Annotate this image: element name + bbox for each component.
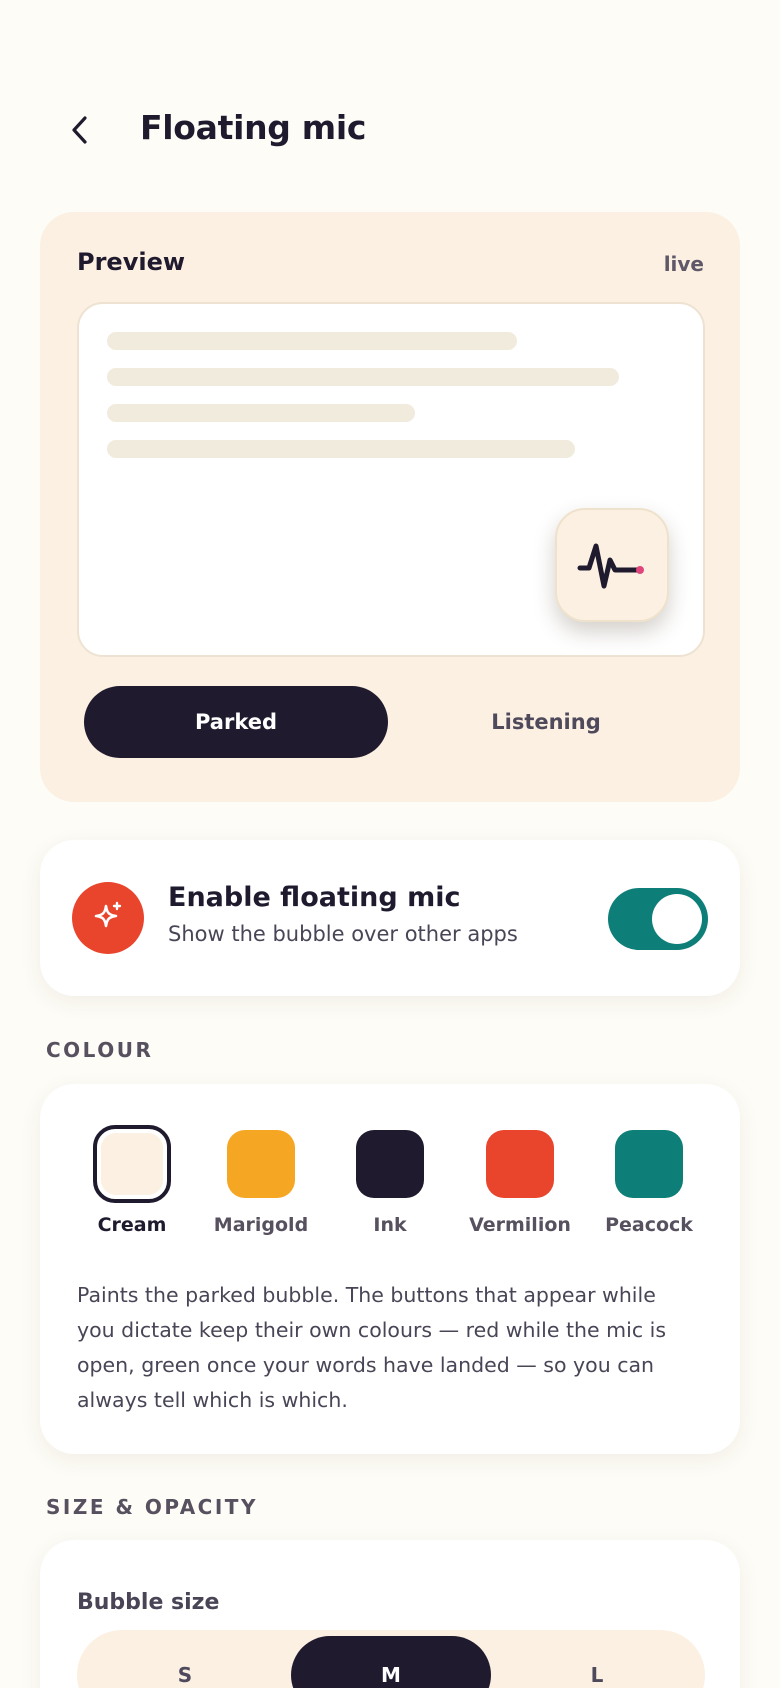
preview-pane <box>77 302 705 657</box>
swatch-vermilion <box>486 1130 554 1198</box>
size-opacity-card: Bubble size S M L <box>40 1540 740 1688</box>
preview-title: Preview <box>77 248 186 276</box>
enable-subtitle: Show the bubble over other apps <box>168 922 518 946</box>
colour-card: Cream Marigold Ink Vermilion Peacock Pai… <box>40 1084 740 1454</box>
preview-card: Preview live Parked Listening <box>40 212 740 802</box>
section-label-colour: COLOUR <box>46 1038 154 1062</box>
swatch-label: Ink <box>373 1214 407 1236</box>
size-s-button[interactable]: S <box>85 1636 285 1688</box>
placeholder-text-line <box>107 404 415 422</box>
placeholder-text-line <box>107 332 517 350</box>
mode-listening-button[interactable]: Listening <box>394 686 698 758</box>
swatch-cream <box>93 1125 171 1203</box>
placeholder-text-line <box>107 368 619 386</box>
swatch-peacock <box>615 1130 683 1198</box>
colour-description: Paints the parked bubble. The buttons th… <box>77 1283 666 1412</box>
swatch-label: Vermilion <box>469 1214 571 1236</box>
sparkle-icon <box>94 901 122 928</box>
swatch-option-ink[interactable]: Ink <box>330 1130 450 1236</box>
back-button[interactable] <box>62 112 98 148</box>
preview-status-label: live <box>663 252 704 276</box>
bubble-size-label: Bubble size <box>77 1590 220 1615</box>
swatch-label: Marigold <box>213 1214 309 1236</box>
swatch-option-cream[interactable]: Cream <box>72 1125 192 1236</box>
swatch-option-vermilion[interactable]: Vermilion <box>460 1130 580 1236</box>
header-bar: Floating mic <box>0 90 780 170</box>
enable-toggle-switch[interactable] <box>608 888 708 950</box>
enable-title: Enable floating mic <box>168 882 461 913</box>
back-chevron-icon <box>72 116 87 144</box>
page-title: Floating mic <box>140 108 367 147</box>
swatch-ink <box>356 1130 424 1198</box>
enable-floating-mic-card: Enable floating mic Show the bubble over… <box>40 840 740 996</box>
size-m-button[interactable]: M <box>291 1636 491 1688</box>
section-label-size-opacity: SIZE & OPACITY <box>46 1495 258 1519</box>
swatch-marigold <box>227 1130 295 1198</box>
preview-mode-toggle: Parked Listening <box>84 686 698 758</box>
swatch-label: Cream <box>97 1214 167 1236</box>
waveform-icon <box>577 543 644 589</box>
bubble-size-selector: S M L <box>77 1630 705 1688</box>
swatch-option-peacock[interactable]: Peacock <box>589 1130 709 1236</box>
placeholder-text-line <box>107 440 575 458</box>
swatch-label: Peacock <box>605 1214 693 1236</box>
floating-mic-bubble[interactable] <box>555 508 669 622</box>
enable-icon-badge <box>72 882 144 954</box>
size-l-button[interactable]: L <box>497 1636 697 1688</box>
toggle-knob <box>652 894 702 944</box>
swatch-option-marigold[interactable]: Marigold <box>201 1130 321 1236</box>
mode-parked-button[interactable]: Parked <box>84 686 388 758</box>
